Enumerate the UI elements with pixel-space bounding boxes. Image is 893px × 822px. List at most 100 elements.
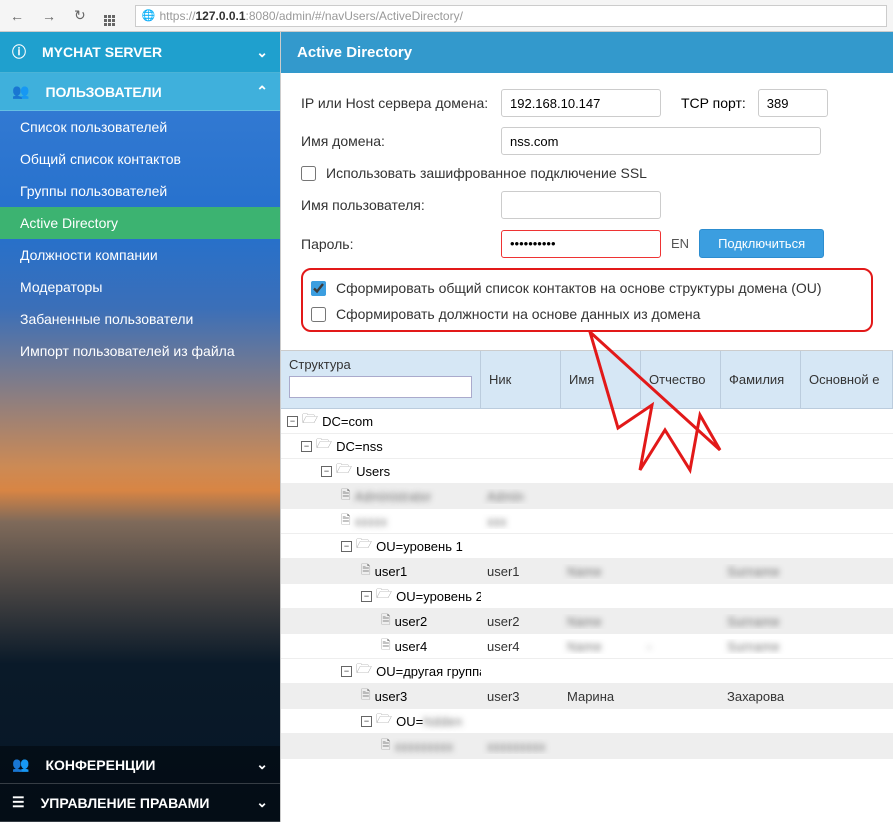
sidebar-item-moderators[interactable]: Модераторы xyxy=(0,271,280,303)
cell: Name xyxy=(561,564,641,579)
info-icon: ⓘ xyxy=(12,42,26,62)
collapse-icon[interactable]: − xyxy=(287,416,298,427)
tcp-label: TCP порт: xyxy=(681,95,746,111)
connect-button[interactable]: Подключиться xyxy=(699,229,824,258)
sidebar: ⓘ MYCHAT SERVER ⌄ 👥 ПОЛЬЗОВАТЕЛИ ⌃ Список … xyxy=(0,32,280,822)
sidebar-item-import[interactable]: Импорт пользователей из файла xyxy=(0,335,280,367)
collapse-icon[interactable]: − xyxy=(341,541,352,552)
col-surname[interactable]: Фамилия xyxy=(721,351,801,408)
tree-node[interactable]: −🗁OU=уровень 1 xyxy=(281,535,481,557)
ou-checkbox[interactable] xyxy=(311,281,326,296)
sidebar-section-users[interactable]: 👥 ПОЛЬЗОВАТЕЛИ ⌃ xyxy=(0,73,280,111)
cell: Surname xyxy=(721,639,801,654)
tree-node[interactable]: −🗁DC=nss xyxy=(281,435,481,457)
cell-nick: user3 xyxy=(481,689,561,704)
apps-button[interactable] xyxy=(100,3,119,28)
reload-button[interactable]: ↻ xyxy=(70,5,90,26)
lang-indicator: EN xyxy=(671,236,689,251)
sidebar-rights-label: УПРАВЛЕНИЕ ПРАВАМИ xyxy=(41,795,210,811)
collapse-icon[interactable]: − xyxy=(301,441,312,452)
tree-node[interactable]: −🗁Users xyxy=(281,460,481,482)
group-icon: 👥 xyxy=(12,756,29,773)
ou-label: Сформировать общий список контактов на о… xyxy=(336,280,822,296)
domain-label: Имя домена: xyxy=(301,133,501,149)
forward-button[interactable]: → xyxy=(38,6,60,26)
sidebar-section-rights[interactable]: ☰ УПРАВЛЕНИЕ ПРАВАМИ ⌄ xyxy=(0,784,280,822)
sidebar-section-conferences[interactable]: 👥КОНФЕРЕНЦИИ ⌄ xyxy=(0,746,280,784)
collapse-icon[interactable]: − xyxy=(361,716,372,727)
cell: Name xyxy=(561,614,641,629)
col-name[interactable]: Имя xyxy=(561,351,641,408)
sidebar-conf-label: КОНФЕРЕНЦИИ xyxy=(45,757,155,773)
password-label: Пароль: xyxy=(301,236,501,252)
ssl-checkbox[interactable] xyxy=(301,166,316,181)
folder-icon: 🗁 xyxy=(356,535,372,557)
users-icon: 👥 xyxy=(12,83,29,100)
tree-leaf[interactable]: 🗎user2 xyxy=(281,611,481,632)
tree-leaf[interactable]: 🗎Administrator xyxy=(281,486,481,507)
cell: xxxxxxxxx xyxy=(481,739,561,754)
tree-leaf[interactable]: 🗎xxxxxxxxx xyxy=(281,736,481,757)
collapse-icon[interactable]: − xyxy=(361,591,372,602)
cell: - xyxy=(641,639,721,654)
grid-header: Структура Ник Имя Отчество Фамилия Основ… xyxy=(281,351,893,409)
username-input[interactable] xyxy=(501,191,661,219)
file-icon: 🗎 xyxy=(381,611,391,632)
url-text: https://127.0.0.1:8080/admin/#/navUsers/… xyxy=(159,9,463,23)
cell-nick: user2 xyxy=(481,614,561,629)
sidebar-item-user-list[interactable]: Список пользователей xyxy=(0,111,280,143)
folder-icon: 🗁 xyxy=(336,460,352,482)
ssl-label: Использовать зашифрованное подключение S… xyxy=(326,165,647,181)
sidebar-item-positions[interactable]: Должности компании xyxy=(0,239,280,271)
address-bar[interactable]: 🌐 https://127.0.0.1:8080/admin/#/navUser… xyxy=(135,5,887,27)
sidebar-item-contacts[interactable]: Общий список контактов xyxy=(0,143,280,175)
tree-node[interactable]: −🗁DC=com xyxy=(281,410,481,432)
tree-view: −🗁DC=com −🗁DC=nss −🗁Users 🗎Administrator… xyxy=(281,409,893,759)
sidebar-server-label: MYCHAT SERVER xyxy=(42,44,162,60)
file-icon: 🗎 xyxy=(341,511,351,532)
cell: Name xyxy=(561,639,641,654)
structure-filter-input[interactable] xyxy=(289,376,472,398)
file-icon: 🗎 xyxy=(381,736,391,757)
chevron-up-icon: ⌃ xyxy=(256,83,268,100)
tree-leaf[interactable]: 🗎user3 xyxy=(281,686,481,707)
file-icon: 🗎 xyxy=(381,636,391,657)
folder-icon: 🗁 xyxy=(302,410,318,432)
tree-leaf[interactable]: 🗎xxxxx xyxy=(281,511,481,532)
domain-input[interactable] xyxy=(501,127,821,155)
sidebar-item-groups[interactable]: Группы пользователей xyxy=(0,175,280,207)
file-icon: 🗎 xyxy=(361,561,371,582)
collapse-icon[interactable]: − xyxy=(341,666,352,677)
col-nick[interactable]: Ник xyxy=(481,351,561,408)
ip-input[interactable] xyxy=(501,89,661,117)
tree-leaf[interactable]: 🗎user1 xyxy=(281,561,481,582)
cell-nick: user4 xyxy=(481,639,561,654)
tcp-port-input[interactable] xyxy=(758,89,828,117)
folder-icon: 🗁 xyxy=(376,710,392,732)
sidebar-item-active-directory[interactable]: Active Directory xyxy=(0,207,280,239)
cell-surname: Захарова xyxy=(721,689,801,704)
password-input[interactable] xyxy=(501,230,661,258)
sidebar-item-banned[interactable]: Забаненные пользователи xyxy=(0,303,280,335)
positions-checkbox[interactable] xyxy=(311,307,326,322)
sidebar-section-server[interactable]: ⓘMYCHAT SERVER ⌄ xyxy=(0,32,280,73)
sidebar-users-label: ПОЛЬЗОВАТЕЛИ xyxy=(45,84,161,100)
back-button[interactable]: ← xyxy=(6,6,28,26)
cell: xxx xyxy=(481,514,561,529)
col-middle[interactable]: Отчество xyxy=(641,351,721,408)
chevron-down-icon: ⌄ xyxy=(256,794,268,811)
collapse-icon[interactable]: − xyxy=(321,466,332,477)
tree-node[interactable]: −🗁OU=hidden xyxy=(281,710,481,732)
tree-node[interactable]: −🗁OU=уровень 2 xyxy=(281,585,481,607)
folder-icon: 🗁 xyxy=(376,585,392,607)
file-icon: 🗎 xyxy=(361,686,371,707)
tree-leaf[interactable]: 🗎user4 xyxy=(281,636,481,657)
list-icon: ☰ xyxy=(12,794,25,811)
tree-node[interactable]: −🗁OU=другая группа1 xyxy=(281,660,481,682)
content-area: Active Directory IP или Host сервера дом… xyxy=(280,32,893,822)
highlighted-options: Сформировать общий список контактов на о… xyxy=(301,268,873,332)
page-title: Active Directory xyxy=(281,32,893,73)
col-email[interactable]: Основной e xyxy=(801,351,893,408)
positions-label: Сформировать должности на основе данных … xyxy=(336,306,700,322)
cell-nick: user1 xyxy=(481,564,561,579)
